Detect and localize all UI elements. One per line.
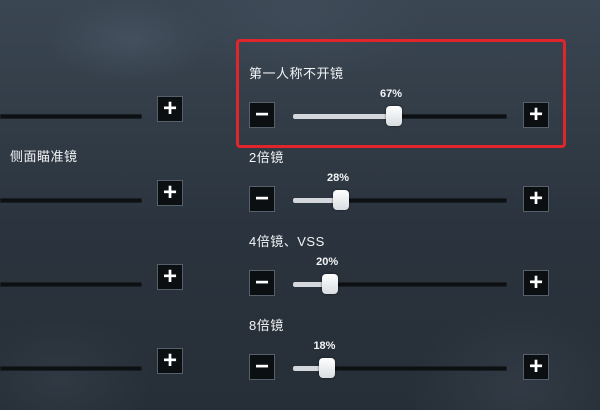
increase-button[interactable]: + [523,102,549,128]
increase-button[interactable]: + [523,186,549,212]
left-plus-button-2[interactable]: + [157,180,183,206]
decrease-button[interactable]: − [249,186,275,212]
left-slider-track-2[interactable] [0,198,142,203]
setting-value: 20% [316,256,339,268]
slider-track[interactable] [293,106,507,126]
plus-icon: + [162,179,177,206]
decrease-button[interactable]: − [249,270,275,296]
plus-icon: + [528,353,543,380]
left-slider-row-1: + [0,93,190,133]
setting-label: 2倍镜 [249,150,284,165]
setting-row-first-person-no-scope: 第一人称不开镜 − 67% + [249,66,553,128]
left-slider-track-1[interactable] [0,114,142,119]
plus-icon: + [528,101,543,128]
minus-icon: − [254,353,269,380]
setting-row-scope-2x: 2倍镜 − 28% + [249,150,553,212]
minus-icon: − [254,101,269,128]
left-slider-track-3[interactable] [0,282,142,287]
slider-thumb[interactable] [319,358,336,378]
slider-thumb[interactable] [333,190,350,210]
left-plus-button-1[interactable]: + [157,96,183,122]
slider-fill [293,114,394,119]
setting-label: 8倍镜 [249,318,284,333]
left-slider-row-3: + [0,261,190,301]
plus-icon: + [162,95,177,122]
slider-track[interactable] [293,358,507,378]
decrease-button[interactable]: − [249,102,275,128]
increase-button[interactable]: + [523,354,549,380]
left-slider-row-2: + [0,177,190,217]
left-plus-button-4[interactable]: + [157,348,183,374]
slider-thumb[interactable] [385,106,402,126]
slider-track[interactable] [293,274,507,294]
setting-value: 18% [313,340,336,352]
side-scope-label: 侧面瞄准镜 [10,149,78,164]
sensitivity-settings-panel: + 侧面瞄准镜 + + + 第一人称不开镜 − 67% + 2倍镜 − 28% … [0,0,600,410]
left-slider-row-4: + [0,345,190,385]
slider-thumb[interactable] [322,274,339,294]
setting-value: 28% [327,172,350,184]
slider-track[interactable] [293,190,507,210]
decrease-button[interactable]: − [249,354,275,380]
left-slider-track-4[interactable] [0,366,142,371]
setting-label: 第一人称不开镜 [249,66,344,81]
setting-row-scope-4x: 4倍镜、VSS − 20% + [249,234,553,296]
increase-button[interactable]: + [523,270,549,296]
left-plus-button-3[interactable]: + [157,264,183,290]
minus-icon: − [254,185,269,212]
plus-icon: + [528,269,543,296]
setting-label: 4倍镜、VSS [249,234,325,249]
setting-row-scope-8x: 8倍镜 − 18% + [249,318,553,380]
setting-value: 67% [379,88,403,100]
plus-icon: + [162,347,177,374]
minus-icon: − [254,269,269,296]
plus-icon: + [162,263,177,290]
plus-icon: + [528,185,543,212]
